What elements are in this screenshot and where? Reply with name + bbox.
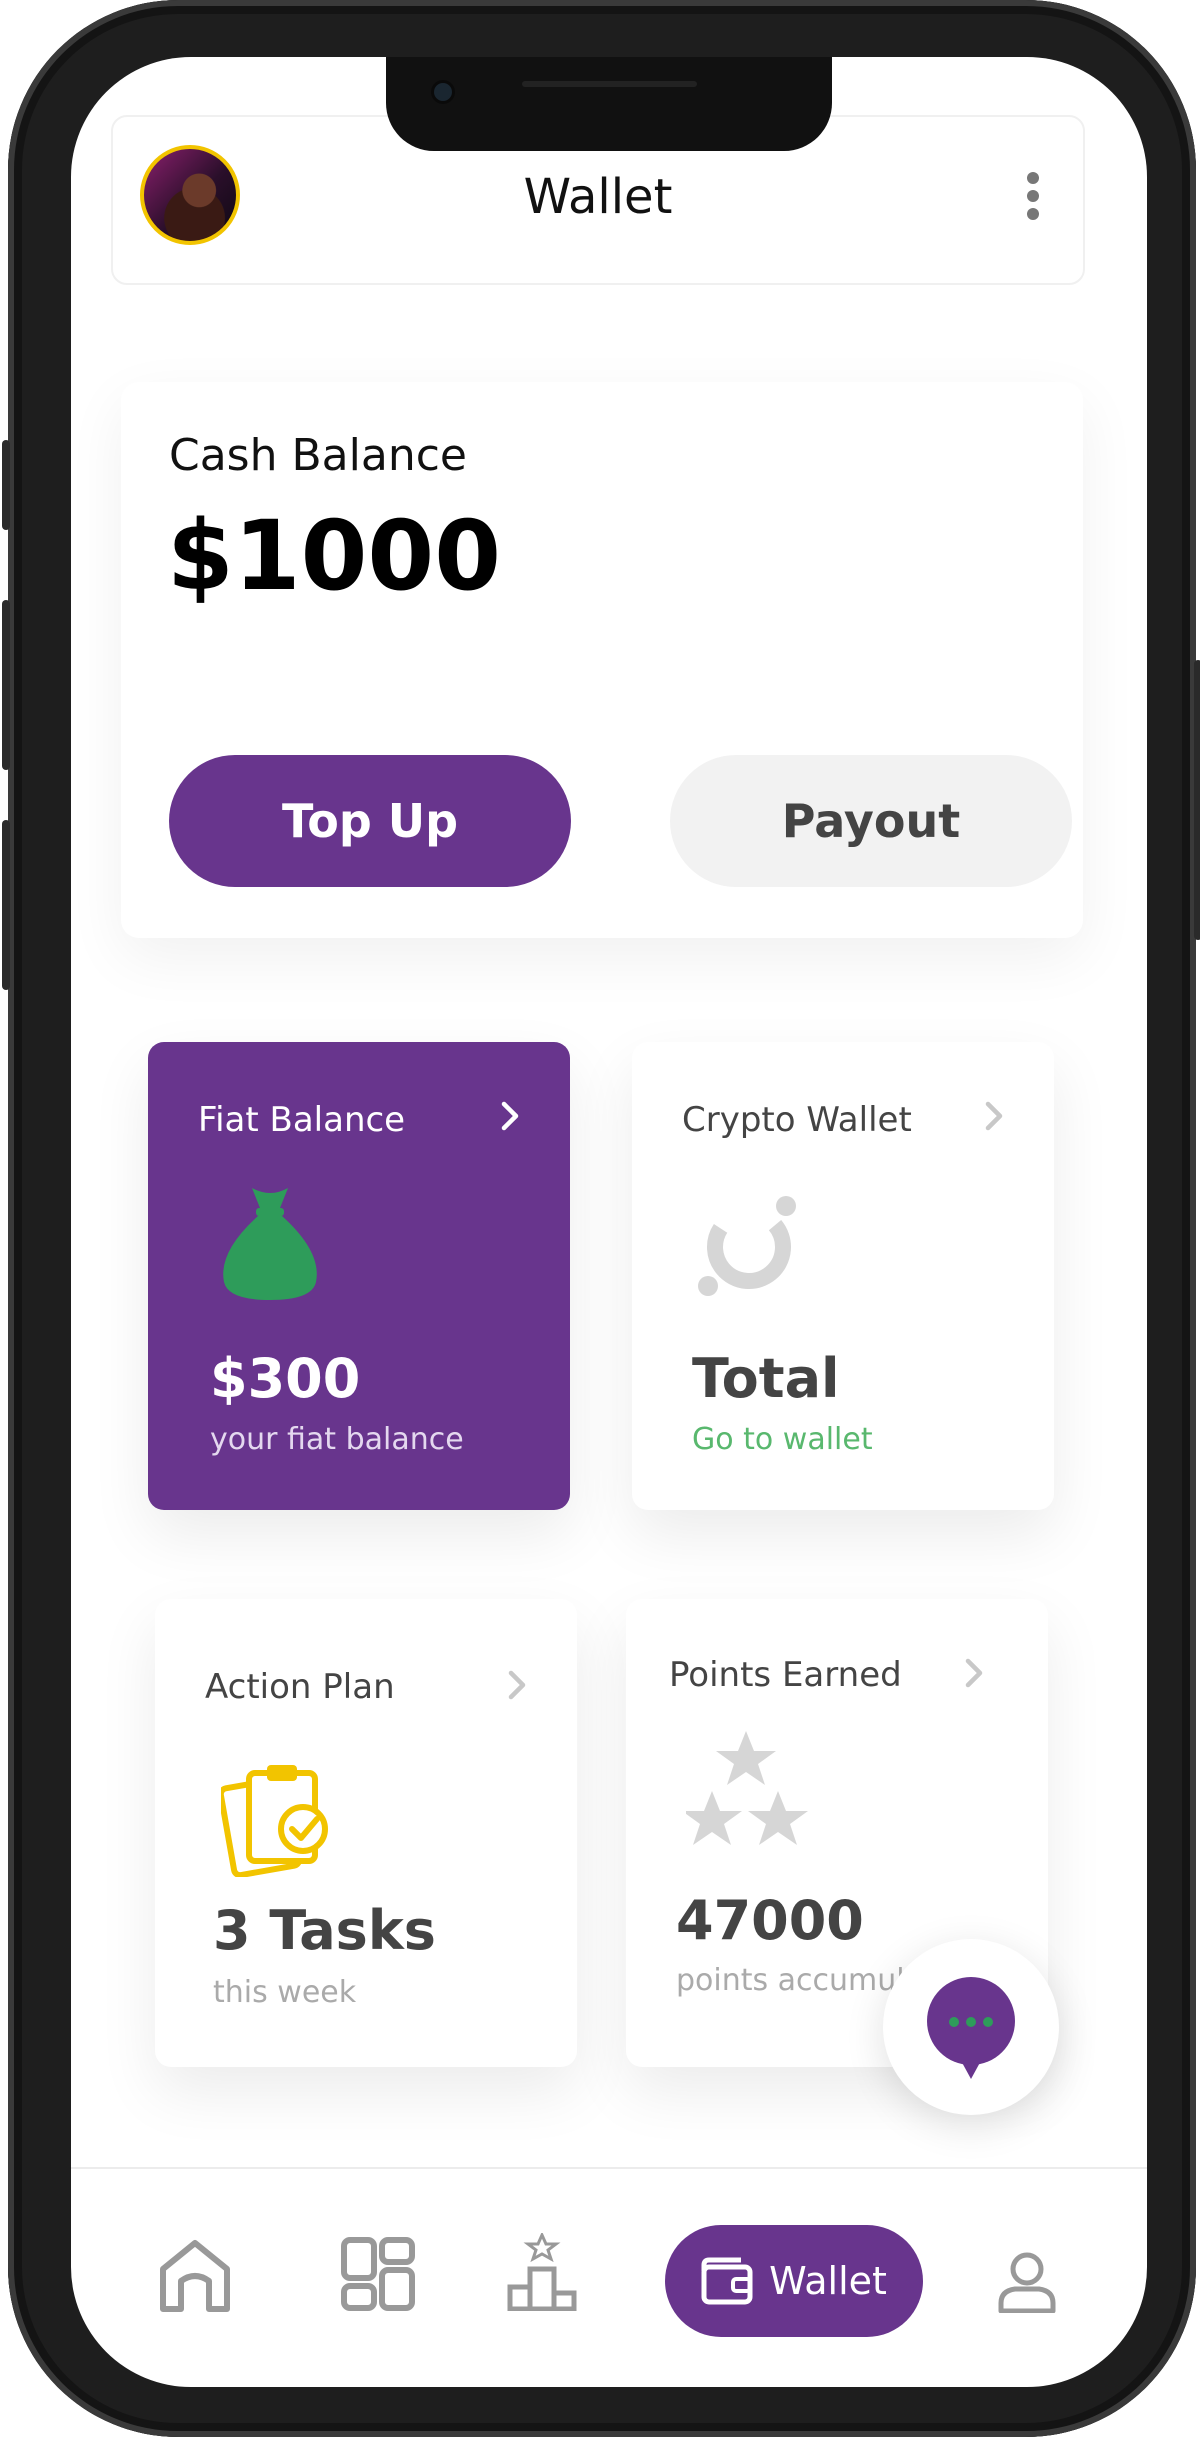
dashboard-icon[interactable] [341, 2237, 415, 2311]
points-earned-title: Points Earned [669, 1655, 902, 1695]
crypto-wallet-title: Crypto Wallet [682, 1100, 912, 1140]
fiat-balance-subtitle: your fiat balance [210, 1422, 464, 1457]
cash-balance-value: $1000 [167, 500, 501, 612]
home-icon[interactable] [157, 2237, 233, 2313]
payout-button[interactable]: Payout [670, 755, 1072, 887]
volume-down-button [2, 820, 10, 990]
chat-button[interactable] [883, 1939, 1059, 2115]
chevron-right-icon [501, 1101, 519, 1131]
crypto-wallet-card[interactable]: Crypto Wallet Total Go to wallet [632, 1042, 1054, 1510]
camera-icon [434, 83, 452, 101]
speaker-grille [522, 81, 697, 87]
money-bag-icon [223, 1188, 317, 1300]
leaderboard-icon[interactable] [507, 2233, 577, 2311]
chevron-right-icon [508, 1670, 526, 1700]
action-plan-subtitle: this week [213, 1975, 357, 2010]
phone-frame: Wallet Cash Balance $1000 Top Up Payout … [2, 0, 1200, 2437]
more-options-icon[interactable] [1027, 172, 1041, 220]
top-up-button[interactable]: Top Up [169, 755, 571, 887]
stars-icon [686, 1731, 808, 1845]
bottom-nav-divider [71, 2167, 1147, 2169]
chat-icon [927, 1977, 1015, 2079]
cash-balance-label: Cash Balance [169, 430, 467, 481]
chevron-right-icon [965, 1658, 983, 1688]
points-earned-value: 47000 [676, 1889, 864, 1952]
cash-balance-card: Cash Balance $1000 Top Up Payout [121, 382, 1083, 938]
profile-icon[interactable] [997, 2251, 1057, 2313]
wallet-icon [701, 2257, 753, 2305]
device-notch [386, 57, 832, 151]
nav-wallet-label: Wallet [769, 2259, 887, 2303]
fiat-balance-card[interactable]: Fiat Balance $300 your fiat balance [148, 1042, 570, 1510]
crypto-coin-icon [698, 1196, 796, 1296]
volume-up-button [2, 600, 10, 770]
points-earned-subtitle: points accumulated [676, 1963, 906, 1998]
action-plan-value: 3 Tasks [213, 1899, 436, 1962]
action-plan-card[interactable]: Action Plan 3 Tasks this week [155, 1599, 577, 2067]
app-screen: Wallet Cash Balance $1000 Top Up Payout … [71, 57, 1147, 2387]
crypto-wallet-value: Total [692, 1347, 840, 1410]
fiat-balance-value: $300 [210, 1347, 361, 1410]
power-button [1194, 660, 1200, 940]
fiat-balance-title: Fiat Balance [198, 1100, 406, 1140]
chevron-right-icon [985, 1101, 1003, 1131]
mute-switch [2, 440, 10, 530]
nav-wallet-button[interactable]: Wallet [665, 2225, 923, 2337]
page-title: Wallet [523, 169, 673, 225]
go-to-wallet-link[interactable]: Go to wallet [692, 1422, 873, 1457]
action-plan-title: Action Plan [205, 1667, 395, 1707]
tasks-clipboard-icon [221, 1765, 328, 1877]
